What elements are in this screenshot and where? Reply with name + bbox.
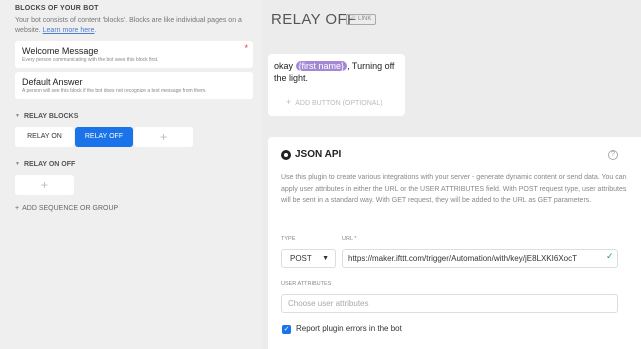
link-label: LINK — [358, 16, 372, 22]
help-circle-icon[interactable]: ? — [608, 150, 618, 160]
add-block-button[interactable]: + — [134, 127, 193, 147]
block-card-subtitle: A person will see this block if the bot … — [22, 88, 207, 94]
report-errors-label[interactable]: Report plugin errors in the bot — [296, 324, 402, 333]
sidebar-heading: BLOCKS OF YOUR BOT — [15, 5, 99, 12]
user-attribute-chip[interactable]: {first name} — [295, 61, 348, 71]
block-card-title: Welcome Message — [22, 46, 99, 56]
group-label: RELAY BLOCKS — [23, 113, 79, 120]
block-card-default-answer[interactable]: Default Answer A person will see this bl… — [15, 72, 253, 99]
block-chip-relay-on[interactable]: RELAY ON — [15, 127, 74, 147]
checkmark-icon: ✓ — [606, 251, 614, 261]
plus-icon: + — [286, 97, 292, 107]
block-card-welcome-message[interactable]: Welcome Message Every person communicati… — [15, 41, 253, 68]
group-header-relay-blocks[interactable]: ▼ RELAY BLOCKS — [15, 113, 78, 120]
add-block-button[interactable]: + — [15, 175, 74, 195]
add-sequence-or-group-button[interactable]: + ADD SEQUENCE OR GROUP — [15, 205, 118, 212]
link-icon: ⊂ — [351, 16, 357, 22]
add-sequence-label: ADD SEQUENCE OR GROUP — [22, 205, 119, 212]
blocks-sidebar: BLOCKS OF YOUR BOT Your bot consists of … — [0, 0, 262, 349]
add-button-label: ADD BUTTON (OPTIONAL) — [295, 100, 383, 107]
json-api-plugin-card: JSON API ? Use this plugin to create var… — [268, 137, 641, 349]
type-label: TYPE — [281, 236, 296, 242]
text-message[interactable]: okay {first name}, Turning off the light… — [274, 60, 402, 84]
plugin-description: Use this plugin to create various integr… — [281, 174, 627, 204]
add-button-optional[interactable]: + ADD BUTTON (OPTIONAL) — [286, 97, 383, 107]
triangle-down-icon: ▼ — [15, 161, 20, 167]
user-attributes-label: USER ATTRIBUTES — [281, 281, 332, 287]
block-card-title: Default Answer — [22, 77, 83, 87]
plugin-title: JSON API — [295, 149, 342, 160]
user-attributes-input[interactable]: Choose user attributes — [281, 294, 618, 313]
group-label: RELAY ON OFF — [23, 161, 76, 168]
request-type-value: POST — [290, 254, 312, 263]
link-button[interactable]: ⊂ LINK — [346, 14, 377, 25]
block-title[interactable]: RELAY OFF — [271, 11, 357, 28]
group-header-relay-on-off[interactable]: ▼ RELAY ON OFF — [15, 161, 75, 168]
triangle-down-icon: ▼ — [15, 113, 20, 119]
json-plugin-icon — [281, 150, 291, 160]
text-message-prefix: okay — [274, 61, 294, 71]
text-message-card: okay {first name}, Turning off the light… — [268, 54, 405, 116]
url-input[interactable]: https://maker.ifttt.com/trigger/Automati… — [342, 249, 618, 268]
plus-icon: + — [15, 205, 20, 212]
learn-more-link[interactable]: Learn more here — [43, 27, 95, 34]
sidebar-description: Your bot consists of content 'blocks'. B… — [15, 17, 242, 34]
url-label: URL * — [342, 236, 357, 242]
report-errors-checkbox[interactable]: ✓ — [282, 325, 291, 334]
chevron-down-icon: ▼ — [322, 255, 329, 262]
required-dot-icon: * — [244, 43, 248, 53]
block-card-subtitle: Every person communicating with the bot … — [22, 57, 159, 63]
block-chip-relay-off[interactable]: RELAY OFF — [75, 127, 133, 147]
request-type-select[interactable]: POST ▼ — [281, 249, 336, 268]
